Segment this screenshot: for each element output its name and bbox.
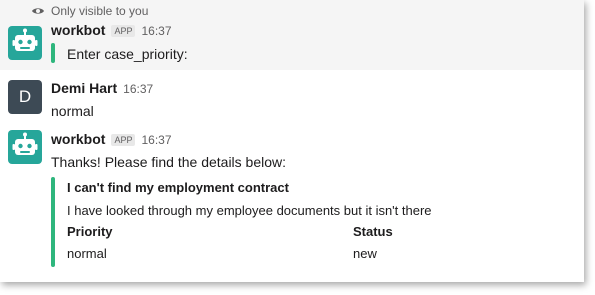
author-name[interactable]: workbot (51, 131, 105, 147)
app-badge: APP (111, 134, 136, 146)
ephemeral-note: Only visible to you (31, 4, 148, 18)
message-header: workbot APP 16:37 (51, 131, 172, 147)
timestamp[interactable]: 16:37 (123, 82, 153, 96)
accent-bar (51, 43, 55, 63)
message-text: Enter case_priority: (67, 46, 188, 62)
message-text: Thanks! Please find the details below: (51, 154, 287, 170)
user-avatar[interactable]: D (8, 80, 42, 114)
field-label-status: Status (353, 224, 393, 239)
timestamp[interactable]: 16:37 (141, 133, 171, 147)
robot-icon (12, 132, 38, 155)
user-message: D Demi Hart 16:37 normal (0, 70, 584, 126)
app-badge: APP (111, 25, 136, 37)
author-name[interactable]: workbot (51, 22, 105, 38)
ephemeral-message: Only visible to you workbot APP 16:37 En… (0, 0, 584, 70)
bot-avatar[interactable] (8, 130, 42, 164)
message-header: workbot APP 16:37 (51, 22, 172, 38)
timestamp[interactable]: 16:37 (141, 24, 171, 38)
bot-avatar[interactable] (8, 26, 42, 60)
ephemeral-label: Only visible to you (51, 4, 149, 18)
chat-window: Only visible to you workbot APP 16:37 En… (0, 0, 584, 282)
attachment-title: I can't find my employment contract (67, 180, 289, 195)
message-header: Demi Hart 16:37 (51, 80, 153, 96)
field-value-status: new (353, 246, 377, 261)
field-value-priority: normal (67, 246, 107, 261)
robot-icon (12, 28, 38, 51)
author-name[interactable]: Demi Hart (51, 80, 117, 96)
message-text: normal (51, 103, 94, 119)
attachment-bar (51, 177, 55, 267)
attachment-body: I have looked through my employee docume… (67, 203, 432, 218)
field-label-priority: Priority (67, 224, 113, 239)
eye-icon (32, 8, 44, 14)
